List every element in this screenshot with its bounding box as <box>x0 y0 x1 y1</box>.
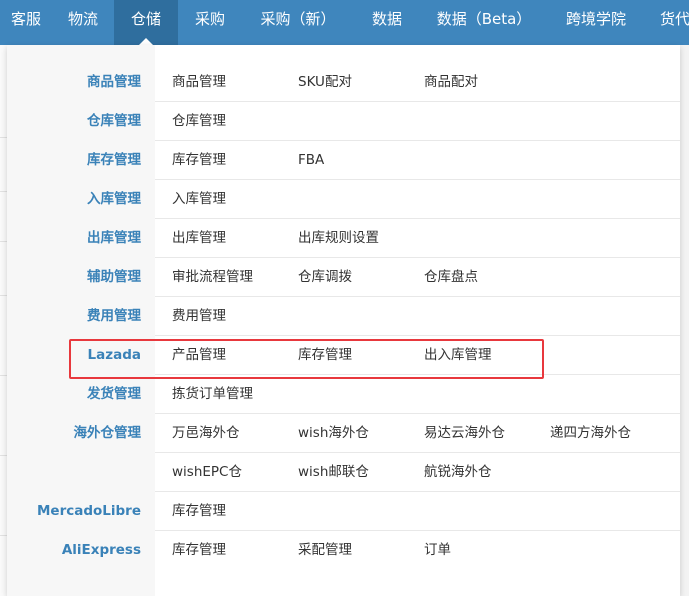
nav-item-label: 跨境学院 <box>565 10 626 28</box>
category-label-fee-management: 费用管理 <box>87 308 141 324</box>
category-label-warehouse-management: 仓库管理 <box>87 113 141 129</box>
menu-link-approval-workflow[interactable]: 审批流程管理 <box>172 258 253 297</box>
nav-item-label: 物流 <box>67 10 98 28</box>
menu-link-inbound-management[interactable]: 入库管理 <box>172 180 226 219</box>
menu-row-outbound-management: 出库管理 出库管理 出库规则设置 <box>7 219 680 258</box>
menu-link-sku-pairing[interactable]: SKU配对 <box>298 63 352 102</box>
menu-link-fee-management[interactable]: 费用管理 <box>172 297 226 336</box>
category-label-outbound-management: 出库管理 <box>87 230 141 246</box>
nav-item-freight[interactable]: 货代 <box>644 0 689 45</box>
menu-link-product-pairing[interactable]: 商品配对 <box>424 63 478 102</box>
menu-row-overseas-warehouse: 海外仓管理 万邑海外仓 wish海外仓 易达云海外仓 递四方海外仓 <box>7 414 680 453</box>
nav-item-label: 仓储 <box>130 10 161 28</box>
menu-link-picking-orders[interactable]: 拣货订单管理 <box>172 375 253 414</box>
menu-link-lazada-inventory-management[interactable]: 库存管理 <box>298 336 352 375</box>
category-label-empty <box>7 453 141 492</box>
category-label-product-management: 商品管理 <box>87 74 141 90</box>
menu-row-fee-management: 费用管理 费用管理 <box>7 297 680 336</box>
category-label-auxiliary-management: 辅助管理 <box>87 269 141 285</box>
menu-row-aliexpress: AliExpress 库存管理 采配管理 订单 <box>7 531 680 570</box>
menu-row-overseas-warehouse-continued: wishEPC仓 wish邮联仓 航锐海外仓 <box>7 453 680 492</box>
menu-row-warehouse-management: 仓库管理 仓库管理 <box>7 102 680 141</box>
menu-link-warehouse-transfer[interactable]: 仓库调拨 <box>298 258 352 297</box>
menu-link-product-management[interactable]: 商品管理 <box>172 63 226 102</box>
menu-link-aliexpress-distribution[interactable]: 采配管理 <box>298 531 352 570</box>
nav-item-label: 货代 <box>660 10 689 28</box>
menu-link-wanyi-overseas[interactable]: 万邑海外仓 <box>172 414 240 453</box>
menu-row-shipping-management: 发货管理 拣货订单管理 <box>7 375 680 414</box>
menu-link-wishepc-warehouse[interactable]: wishEPC仓 <box>172 453 242 492</box>
menu-link-fba[interactable]: FBA <box>298 141 324 180</box>
top-navigation-bar: 客服 物流 仓储 采购 采购（新） 数据 数据（Beta） 跨境学院 货代 <box>0 0 689 45</box>
nav-item-label: 数据 <box>371 10 402 28</box>
category-label-inventory-management: 库存管理 <box>87 152 141 168</box>
menu-link-aliexpress-inventory[interactable]: 库存管理 <box>172 531 226 570</box>
category-label-inbound-management: 入库管理 <box>87 191 141 207</box>
menu-row-product-management: 商品管理 商品管理 SKU配对 商品配对 <box>7 63 680 102</box>
nav-item-label: 客服 <box>10 10 41 28</box>
nav-item-data[interactable]: 数据 <box>354 0 420 45</box>
menu-row-inventory-management: 库存管理 库存管理 FBA <box>7 141 680 180</box>
nav-item-purchase[interactable]: 采购 <box>178 0 242 45</box>
menu-link-outbound-rules[interactable]: 出库规则设置 <box>298 219 379 258</box>
nav-item-label: 采购（新） <box>260 10 336 28</box>
nav-item-purchase-new[interactable]: 采购（新） <box>242 0 354 45</box>
category-label-mercadolibre: MercadoLibre <box>36 503 141 519</box>
nav-item-customer-service[interactable]: 客服 <box>0 0 52 45</box>
menu-link-warehouse-management[interactable]: 仓库管理 <box>172 102 226 141</box>
category-label-lazada: Lazada <box>87 347 141 363</box>
menu-link-yidayun-overseas[interactable]: 易达云海外仓 <box>424 414 505 453</box>
menu-link-inventory-management[interactable]: 库存管理 <box>172 141 226 180</box>
menu-row-inbound-management: 入库管理 入库管理 <box>7 180 680 219</box>
menu-link-lazada-product-management[interactable]: 产品管理 <box>172 336 226 375</box>
menu-link-aliexpress-orders[interactable]: 订单 <box>424 531 451 570</box>
nav-item-data-beta[interactable]: 数据（Beta） <box>420 0 548 45</box>
caret-up-icon <box>139 38 153 45</box>
category-label-overseas-warehouse: 海外仓管理 <box>73 425 142 441</box>
menu-link-4px-overseas[interactable]: 递四方海外仓 <box>550 414 631 453</box>
menu-link-stocktaking[interactable]: 仓库盘点 <box>424 258 478 297</box>
menu-row-mercadolibre: MercadoLibre 库存管理 <box>7 492 680 531</box>
nav-item-logistics[interactable]: 物流 <box>52 0 114 45</box>
nav-item-label: 数据（Beta） <box>436 10 532 28</box>
menu-link-wish-overseas[interactable]: wish海外仓 <box>298 414 369 453</box>
background-page-edge-right <box>680 45 689 596</box>
menu-link-wish-postal-warehouse[interactable]: wish邮联仓 <box>298 453 369 492</box>
menu-link-outbound-management[interactable]: 出库管理 <box>172 219 226 258</box>
nav-item-academy[interactable]: 跨境学院 <box>548 0 644 45</box>
category-label-shipping-management: 发货管理 <box>87 386 141 402</box>
category-label-aliexpress: AliExpress <box>61 542 141 558</box>
menu-row-lazada: Lazada 产品管理 库存管理 出入库管理 <box>7 336 680 375</box>
menu-link-mercadolibre-inventory[interactable]: 库存管理 <box>172 492 226 531</box>
menu-link-hangrui-overseas[interactable]: 航锐海外仓 <box>424 453 492 492</box>
menu-row-auxiliary-management: 辅助管理 审批流程管理 仓库调拨 仓库盘点 <box>7 258 680 297</box>
menu-link-lazada-in-out-management[interactable]: 出入库管理 <box>424 336 492 375</box>
nav-item-warehouse[interactable]: 仓储 <box>114 0 178 45</box>
nav-item-label: 采购 <box>194 10 225 28</box>
warehouse-dropdown-menu: 商品管理 商品管理 SKU配对 商品配对 仓库管理 仓库管理 库存管理 库存管理… <box>7 45 680 596</box>
